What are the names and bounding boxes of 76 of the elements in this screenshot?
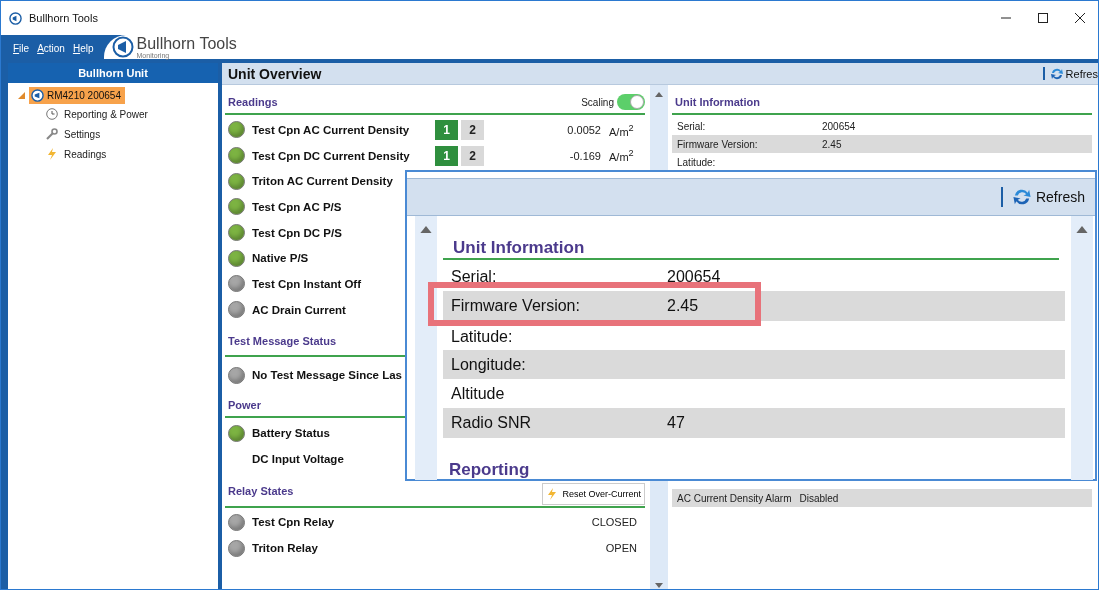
- logo-name: Bullhorn Tools: [136, 35, 237, 52]
- refresh-button[interactable]: Refresh: [1010, 187, 1085, 207]
- maximize-icon: [1037, 13, 1048, 23]
- wrench-icon: [46, 128, 58, 140]
- close-icon: [1074, 13, 1085, 23]
- tree-item[interactable]: Readings: [64, 148, 107, 160]
- panel-header: Bullhorn Unit: [8, 63, 218, 83]
- channel-button[interactable]: 2: [461, 119, 484, 140]
- scroll-down-icon[interactable]: [655, 583, 663, 588]
- scroll-up-icon[interactable]: [420, 226, 432, 233]
- app-icon: [9, 11, 22, 25]
- reading-label: Battery Status: [252, 427, 330, 440]
- reading-label: Triton Relay: [252, 542, 318, 555]
- tree-item[interactable]: RM4210 200654: [29, 87, 125, 104]
- info-value: 200654: [667, 267, 721, 286]
- toggle-label: Scaling: [581, 96, 614, 108]
- reading-label: Native P/S: [252, 252, 309, 265]
- section-title: Relay States: [228, 484, 294, 497]
- refresh-button[interactable]: Refres: [1049, 66, 1098, 81]
- info-label: Firmware Version:: [451, 296, 581, 315]
- expand-arrow-icon[interactable]: [18, 92, 25, 99]
- info-value: 47: [667, 414, 685, 433]
- info-label: Serial:: [451, 267, 498, 286]
- info-label: Firmware Version:: [677, 138, 759, 150]
- info-label: Serial:: [677, 120, 707, 132]
- info-label: Latitude:: [451, 328, 514, 347]
- menu-item[interactable]: File: [13, 42, 30, 54]
- channel-button[interactable]: 1: [435, 119, 458, 140]
- info-label: Latitude:: [677, 156, 717, 168]
- page-title: Unit Overview: [228, 65, 322, 82]
- reading-label: Test Cpn DC Current Density: [252, 149, 410, 162]
- section-title: Readings: [228, 96, 278, 108]
- reading-label: Test Cpn Relay: [252, 516, 335, 529]
- unit-label: A/m$^{2}$: [609, 148, 635, 163]
- info-label: Altitude: [451, 384, 506, 403]
- reading-label: No Test Message Since Las: [252, 369, 402, 382]
- info-label: Longitude:: [451, 355, 527, 374]
- info-label: AC Current Density Alarm: [677, 492, 792, 504]
- toggle-switch[interactable]: [617, 94, 645, 110]
- channel-button[interactable]: 2: [461, 145, 484, 166]
- reading-value: -0.169: [569, 149, 601, 162]
- reading-label: DC Input Voltage: [252, 452, 344, 465]
- lightning-icon: [546, 487, 559, 500]
- info-value: 2.45: [822, 138, 842, 150]
- refresh-icon: [1049, 66, 1064, 81]
- reading-label: Test Cpn Instant Off: [252, 277, 362, 290]
- lightning-icon: [46, 148, 58, 160]
- reading-value: 0.0052: [567, 123, 601, 136]
- scroll-up-icon[interactable]: [1076, 226, 1088, 233]
- unit-label: A/m$^{2}$: [609, 122, 635, 138]
- menu-item[interactable]: Help: [72, 42, 94, 54]
- window-title: Bullhorn Tools: [29, 12, 98, 24]
- section-title: Test Message Status: [228, 334, 336, 347]
- reading-label: AC Drain Current: [252, 303, 346, 316]
- tree-item[interactable]: Reporting & Power: [64, 108, 148, 120]
- reading-label: Test Cpn AC P/S: [252, 200, 342, 213]
- section-title: Unit Information: [443, 216, 1059, 260]
- menu-item[interactable]: Action: [37, 42, 65, 54]
- scroll-up-icon[interactable]: [655, 92, 663, 97]
- info-label: Radio SNR: [451, 414, 533, 433]
- reading-label: Test Cpn DC P/S: [252, 226, 342, 239]
- reset-button[interactable]: Reset Over-Current: [542, 482, 645, 505]
- info-value: Disabled: [799, 492, 839, 504]
- megaphone-icon: [31, 89, 44, 102]
- info-value: 2.45: [667, 296, 699, 315]
- reading-label: Test Cpn AC Current Density: [252, 123, 410, 136]
- tree-item[interactable]: Settings: [64, 128, 101, 140]
- clock-icon: [46, 108, 58, 120]
- reading-value: OPEN: [605, 542, 637, 555]
- channel-button[interactable]: 1: [435, 145, 458, 166]
- section-title: Unit Information: [675, 96, 760, 108]
- reading-label: Triton AC Current Density: [252, 175, 393, 188]
- info-value: 200654: [822, 120, 856, 132]
- section-title: Reporting: [448, 459, 531, 480]
- section-title: Power: [228, 399, 261, 412]
- reading-value: CLOSED: [591, 516, 637, 529]
